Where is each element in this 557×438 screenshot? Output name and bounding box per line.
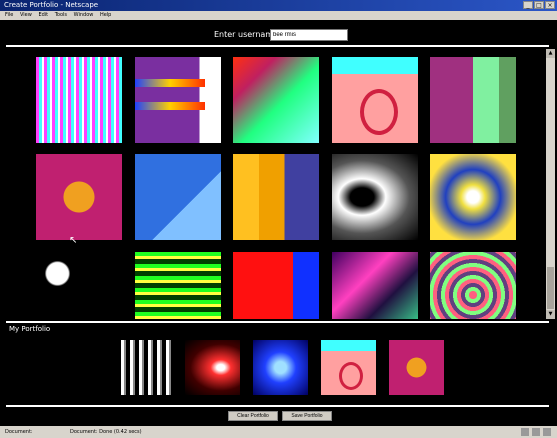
mouse-cursor-icon: ↖	[69, 235, 78, 246]
gallery-tile-8[interactable]	[233, 154, 319, 240]
username-input[interactable]	[270, 29, 348, 41]
gallery-tile-11[interactable]	[36, 252, 122, 319]
close-button[interactable]: ×	[545, 1, 555, 9]
maximize-button[interactable]: □	[534, 1, 544, 9]
page-content: Enter username: ↖ ▲ ▼	[0, 20, 557, 426]
menu-edit[interactable]: Edit	[38, 12, 48, 18]
separator-bottom	[6, 405, 549, 407]
menu-file[interactable]: File	[5, 12, 13, 18]
window-titlebar: Create Portfolio - Netscape _ □ ×	[0, 0, 557, 11]
portfolio-item-1[interactable]	[117, 340, 172, 395]
gallery-tile-4[interactable]	[332, 57, 418, 143]
gallery-tile-5[interactable]	[430, 57, 516, 143]
window-controls: _ □ ×	[523, 1, 555, 9]
image-gallery	[0, 49, 545, 319]
portfolio-item-5[interactable]	[389, 340, 444, 395]
portfolio-item-4[interactable]	[321, 340, 376, 395]
gallery-tile-9[interactable]	[332, 154, 418, 240]
status-message: Document: Done (0.42 secs)	[70, 429, 142, 435]
window-title: Create Portfolio - Netscape	[4, 1, 99, 9]
scroll-up-arrow-icon[interactable]: ▲	[546, 49, 555, 58]
portfolio-heading: My Portfolio	[9, 325, 51, 333]
separator-top	[6, 45, 549, 47]
network-icon	[532, 428, 540, 436]
scroll-down-arrow-icon[interactable]: ▼	[546, 310, 555, 319]
gallery-tile-6[interactable]	[36, 154, 122, 240]
gallery-tile-15[interactable]	[430, 252, 516, 319]
menu-window[interactable]: Window	[74, 12, 94, 18]
gallery-tile-10[interactable]	[430, 154, 516, 240]
gallery-tile-1[interactable]	[36, 57, 122, 143]
clear-portfolio-button[interactable]: Clear Portfolio	[228, 411, 278, 421]
gallery-scrollbar[interactable]: ▲ ▼	[546, 49, 555, 319]
portfolio-item-2[interactable]	[185, 340, 240, 395]
menu-tools[interactable]: Tools	[55, 12, 67, 18]
gallery-tile-7[interactable]	[135, 154, 221, 240]
minimize-button[interactable]: _	[523, 1, 533, 9]
menu-help[interactable]: Help	[100, 12, 111, 18]
status-icons	[521, 428, 551, 436]
gallery-tile-13[interactable]	[233, 252, 319, 319]
menu-bar: File View Edit Tools Window Help	[0, 11, 557, 20]
security-icon	[521, 428, 529, 436]
username-bar: Enter username:	[0, 28, 557, 42]
gallery-tile-14[interactable]	[332, 252, 418, 319]
gallery-tile-12[interactable]	[135, 252, 221, 319]
status-left: Document:	[5, 429, 33, 435]
menu-view[interactable]: View	[20, 12, 32, 18]
save-portfolio-button[interactable]: Save Portfolio	[282, 411, 332, 421]
scroll-thumb[interactable]	[547, 267, 554, 309]
portfolio-item-3[interactable]	[253, 340, 308, 395]
gallery-tile-3[interactable]	[233, 57, 319, 143]
gallery-tile-2[interactable]	[135, 57, 221, 143]
separator-middle	[6, 321, 549, 323]
mail-icon[interactable]	[543, 428, 551, 436]
status-bar: Document: Document: Done (0.42 secs)	[0, 426, 557, 438]
